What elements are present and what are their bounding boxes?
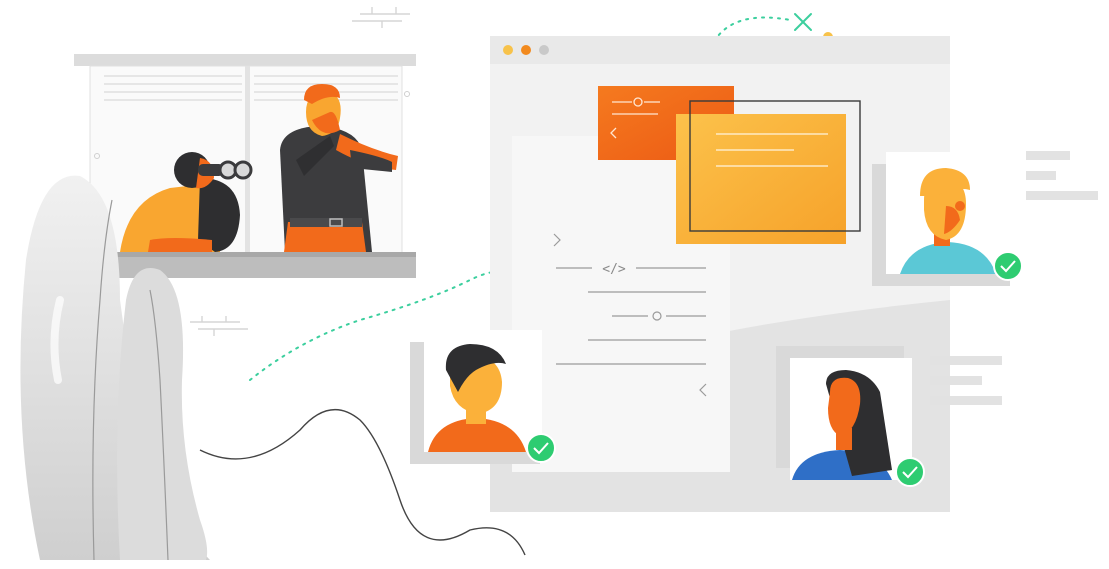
balcony-ledge — [74, 252, 416, 278]
check-icon — [526, 433, 556, 463]
amber-card — [676, 100, 861, 244]
window-dots — [503, 45, 549, 55]
profile-card-top-right — [872, 152, 1023, 286]
check-icon — [993, 251, 1023, 281]
profile-card-left — [410, 330, 556, 464]
illustration-canvas: </> — [20, 7, 1098, 561]
check-icon — [895, 457, 925, 487]
close-icon — [794, 13, 812, 31]
profile-card-bottom-right — [776, 346, 925, 487]
window-dot-yellow — [503, 45, 513, 55]
binoculars-icon — [198, 160, 253, 180]
window-dot-orange — [521, 45, 531, 55]
code-icon: </> — [602, 262, 626, 277]
window-dot-gray — [539, 45, 549, 55]
